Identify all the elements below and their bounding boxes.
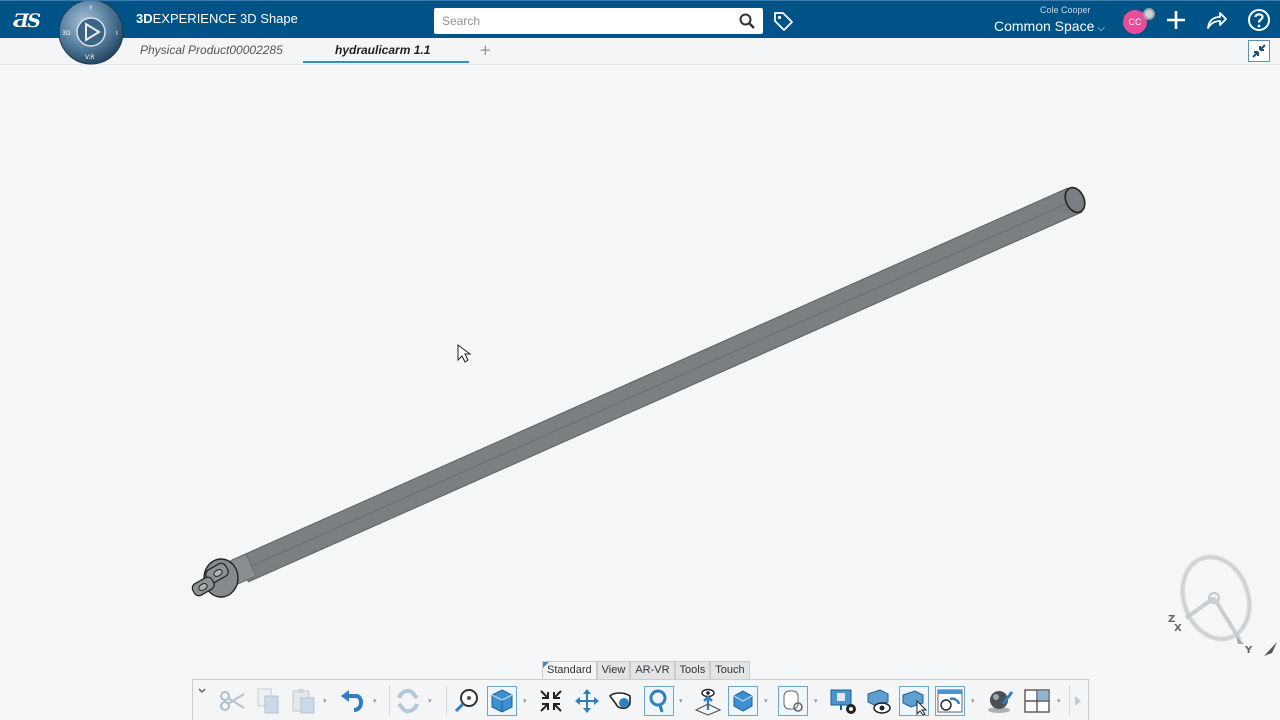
timeline-icon — [937, 689, 963, 713]
copy-button[interactable] — [253, 686, 283, 716]
undo-button[interactable] — [338, 686, 368, 716]
rotate-button[interactable] — [606, 686, 636, 716]
tab-ar-vr[interactable]: AR-VR — [630, 661, 675, 679]
3d-model[interactable]: Z X Y — [0, 65, 1280, 720]
paste-icon — [292, 689, 315, 714]
pan-button[interactable] — [572, 686, 602, 716]
top-bar: ƋS 3DEXPERIENCE 3D Shape Cole Cooper Com… — [0, 0, 1280, 38]
select-hidden-button[interactable] — [899, 686, 929, 716]
search-box[interactable] — [434, 8, 763, 34]
tab-standard[interactable]: Standard — [542, 661, 597, 679]
chevron-down-icon: ⌵ — [1097, 23, 1105, 34]
compass-label-bottom: V.R — [85, 54, 94, 61]
cut-button[interactable] — [217, 686, 247, 716]
rod-edge — [239, 199, 1076, 572]
paste-button[interactable] — [289, 686, 319, 716]
materials-icon — [988, 691, 1014, 713]
add-tab-button[interactable]: + — [479, 41, 492, 59]
rod-body — [232, 188, 1082, 582]
share-icon[interactable] — [1205, 8, 1229, 32]
user-name: Cole Cooper — [1040, 5, 1091, 15]
chevron-down-icon — [198, 688, 206, 693]
3d-viewport[interactable]: Z X Y — [0, 65, 1280, 720]
axis-label-x: X — [1174, 623, 1182, 634]
shaded-cube-icon — [491, 689, 513, 713]
collapse-button[interactable] — [1248, 40, 1270, 62]
timeline-button[interactable] — [935, 686, 965, 716]
display-settings-button[interactable] — [828, 686, 858, 716]
select-hidden-icon — [902, 690, 928, 716]
appearance-dropdown[interactable]: ▾ — [814, 697, 822, 705]
active-tab-indicator — [303, 61, 469, 63]
document-tab-bar: Physical Product00002285 hydraulicarm 1.… — [0, 38, 1280, 65]
iso-view-button[interactable] — [728, 686, 758, 716]
materials-button[interactable] — [985, 686, 1015, 716]
normal-view-button[interactable] — [693, 686, 723, 716]
zoom-in-out-button[interactable] — [451, 686, 481, 716]
compass-widget[interactable]: Y 3D I V.R — [56, 0, 126, 65]
iso-view-dropdown[interactable]: ▾ — [764, 697, 772, 705]
update-dropdown[interactable]: ▾ — [428, 697, 436, 705]
robot-axis-widget[interactable]: Z X Y — [1168, 548, 1260, 656]
separator — [446, 686, 447, 716]
multi-view-icon — [1024, 689, 1050, 713]
tab-touch[interactable]: Touch — [710, 661, 750, 679]
tab-physical-product[interactable]: Physical Product00002285 — [140, 43, 283, 57]
compass-label-left: 3D — [62, 30, 71, 37]
paste-dropdown[interactable]: ▾ — [323, 697, 331, 705]
scroll-right-button[interactable] — [1071, 686, 1085, 716]
collaborative-space-dropdown[interactable]: Common Space ⌵ — [994, 18, 1105, 34]
tab-hydraulicarm[interactable]: hydraulicarm 1.1 — [335, 43, 430, 57]
update-button[interactable] — [393, 686, 423, 716]
timeline-dropdown[interactable]: ▾ — [971, 697, 979, 705]
hide-show-eye-icon — [867, 689, 891, 714]
appearance-options-button[interactable] — [778, 686, 808, 716]
database-gear-icon — [783, 690, 803, 712]
add-icon[interactable] — [1164, 8, 1188, 32]
collapse-icon — [1252, 44, 1266, 58]
undo-dropdown[interactable]: ▾ — [373, 697, 381, 705]
view-mode-dropdown[interactable]: ▾ — [523, 697, 531, 705]
magnifier-icon — [649, 689, 667, 713]
multi-view-button[interactable] — [1022, 686, 1052, 716]
tab-tools[interactable]: Tools — [674, 661, 711, 679]
separator — [1069, 686, 1070, 716]
zoom-dropdown[interactable]: ▾ — [679, 697, 687, 705]
zoom-icon — [454, 689, 478, 713]
app-title: 3DEXPERIENCE 3D Shape — [136, 11, 298, 26]
zoom-area-button[interactable] — [644, 686, 674, 716]
search-input[interactable] — [442, 12, 732, 30]
separator — [389, 686, 390, 716]
multi-view-dropdown[interactable]: ▾ — [1057, 697, 1065, 705]
brand-logo[interactable]: ƋS — [12, 7, 44, 33]
tab-view[interactable]: View — [596, 661, 631, 679]
hide-show-button[interactable] — [864, 686, 894, 716]
action-bar-collapse-button[interactable] — [196, 682, 208, 712]
compass-label-right: I — [116, 30, 118, 37]
mini-axis-arrow-icon — [1264, 642, 1277, 656]
compass-label-top: Y — [88, 5, 93, 12]
scissors-icon — [220, 691, 245, 711]
view-mode-shaded-button[interactable] — [487, 686, 517, 716]
svg-text:ƋS: ƋS — [12, 10, 40, 32]
normal-view-icon — [694, 688, 722, 716]
tag-icon[interactable] — [772, 10, 794, 32]
mouse-cursor — [457, 344, 472, 363]
rotate-hand-icon — [608, 692, 631, 710]
chevron-right-icon — [1075, 696, 1081, 706]
status-badge — [1143, 8, 1155, 20]
undo-icon — [341, 690, 363, 712]
help-icon[interactable] — [1247, 8, 1271, 32]
axis-label-y: Y — [1244, 645, 1253, 656]
display-settings-icon — [830, 689, 856, 714]
search-icon[interactable] — [739, 13, 755, 29]
fit-all-button[interactable] — [536, 686, 566, 716]
action-bar-tabs: Standard View AR-VR Tools Touch — [542, 661, 750, 679]
fit-all-icon — [540, 690, 562, 712]
copy-icon — [257, 688, 279, 714]
pan-icon — [575, 689, 599, 713]
iso-cube-icon — [733, 690, 753, 712]
update-icon — [397, 688, 419, 714]
action-bar: ▾ ▾ ▾ ▾ ▾ ▾ ▾ ▾ ▾ — [192, 679, 1089, 720]
